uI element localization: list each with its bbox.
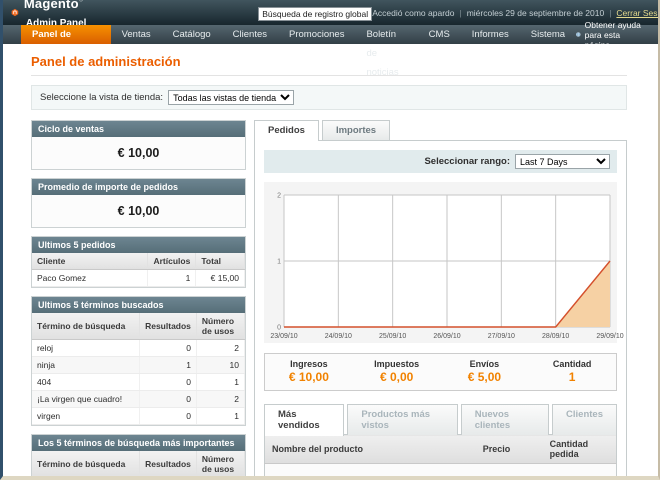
orders-chart: 0 1 2 23/09/10 24/09/10 25/09/10 26/09/10 27/09… (266, 189, 618, 341)
tab-pedidos[interactable]: Pedidos (254, 120, 319, 141)
last-orders-title: Ultimos 5 pedidos (32, 237, 245, 253)
main-navigation: Panel de administración Ventas Catálogo … (3, 25, 658, 44)
logo-trademark: ® (79, 0, 83, 3)
help-link[interactable]: Obtener ayuda para esta página (576, 25, 658, 44)
last-orders-box: Ultimos 5 pedidos Cliente Artículos Tota… (31, 236, 246, 288)
svg-text:27/09/10: 27/09/10 (488, 333, 515, 340)
range-select[interactable]: Last 7 Days (515, 154, 610, 169)
page-title: Panel de administración (31, 54, 627, 76)
globe-icon (576, 30, 581, 39)
logout-link[interactable]: Cerrar Sesión (616, 8, 660, 18)
column-header: Precio (476, 435, 543, 464)
totals-bar: Ingresos € 10,00 Impuestos € 0,00 Envíos… (264, 353, 617, 391)
average-orders-value: € 10,00 (32, 195, 245, 227)
tab-nuevos-clientes[interactable]: Nuevos clientes (461, 404, 549, 435)
svg-text:2: 2 (277, 193, 281, 200)
top-header: Magento® Admin Panel Accedió como apardo… (3, 0, 658, 25)
column-header: Cantidad pedida (543, 435, 617, 464)
store-view-label: Seleccione la vista de tienda: (40, 92, 163, 103)
stat-impuestos: Impuestos € 0,00 (353, 359, 441, 384)
svg-text:25/09/10: 25/09/10 (379, 333, 406, 340)
nav-item-informes[interactable]: Informes (461, 25, 520, 44)
page-content: Panel de administración Seleccione la vi… (3, 44, 658, 480)
table-row[interactable]: 404 0 1 (32, 374, 245, 391)
tab-productos-mas-vistos[interactable]: Productos más vistos (347, 404, 457, 435)
table-row[interactable]: Paco Gomez 1 € 15,00 (32, 270, 245, 287)
dashboard-main: Pedidos Importes Seleccionar rango: Last… (254, 120, 627, 480)
stat-cantidad: Cantidad 1 (528, 359, 616, 384)
global-search-input[interactable] (258, 7, 372, 21)
nav-item-boletin[interactable]: Boletín de noticias (355, 25, 417, 44)
logo-text: Magento (24, 0, 79, 11)
svg-text:28/09/10: 28/09/10 (542, 333, 569, 340)
nav-item-sistema[interactable]: Sistema (520, 25, 576, 44)
nav-item-promociones[interactable]: Promociones (278, 25, 355, 44)
average-orders-title: Promedio de importe de pedidos (32, 179, 245, 195)
table-row[interactable]: virgen 0 1 (32, 408, 245, 425)
column-header: Término de búsqueda (32, 451, 140, 478)
lifetime-sales-title: Ciclo de ventas (32, 121, 245, 137)
column-header: Artículos (148, 253, 196, 270)
nav-item-dashboard[interactable]: Panel de administración (21, 25, 111, 44)
svg-text:23/09/10: 23/09/10 (270, 333, 297, 340)
nav-item-clientes[interactable]: Clientes (222, 25, 278, 44)
dashboard-sidebar: Ciclo de ventas € 10,00 Promedio de impo… (31, 120, 246, 480)
column-header: Número de usos (196, 313, 244, 340)
svg-text:24/09/10: 24/09/10 (325, 333, 352, 340)
last-search-terms-box: Ultimos 5 términos buscados Término de b… (31, 296, 246, 426)
column-header: Resultados (140, 313, 197, 340)
header-separator (459, 8, 461, 18)
svg-text:26/09/10: 26/09/10 (433, 333, 460, 340)
tab-clientes[interactable]: Clientes (552, 404, 617, 435)
column-header: Número de usos (196, 451, 244, 478)
empty-grid-message: No se encontraron registros. (265, 464, 617, 480)
top-search-terms-title: Los 5 términos de búsqueda más important… (32, 435, 245, 451)
current-date: miércoles 29 de septiembre de 2010 (467, 8, 605, 18)
logged-in-as: Accedió como apardo (372, 8, 454, 18)
table-row[interactable]: reloj 0 2 (32, 340, 245, 357)
average-orders-box: Promedio de importe de pedidos € 10,00 (31, 178, 246, 228)
nav-item-cms[interactable]: CMS (418, 25, 461, 44)
header-separator (609, 8, 611, 18)
range-label: Seleccionar rango: (424, 156, 510, 167)
bestsellers-grid: Nombre del producto Precio Cantidad pedi… (264, 434, 617, 480)
nav-item-catalogo[interactable]: Catálogo (162, 25, 222, 44)
nav-item-ventas[interactable]: Ventas (111, 25, 162, 44)
column-header: Total (196, 253, 245, 270)
top-search-terms-box: Los 5 términos de búsqueda más important… (31, 434, 246, 480)
lifetime-sales-value: € 10,00 (32, 137, 245, 169)
svg-text:1: 1 (277, 259, 281, 266)
table-row[interactable]: ¡La virgen que cuadro! 0 2 (32, 391, 245, 408)
column-header: Término de búsqueda (32, 313, 140, 340)
orders-panel: Seleccionar rango: Last 7 Days 0 1 2 23/09/… (254, 140, 627, 480)
stat-envios: Envíos € 5,00 (441, 359, 529, 384)
table-row[interactable]: ninja 1 10 (32, 357, 245, 374)
column-header: Resultados (140, 451, 197, 478)
store-view-bar: Seleccione la vista de tienda: Todas las… (31, 85, 627, 110)
orders-chart-container: 0 1 2 23/09/10 24/09/10 25/09/10 26/09/10 27/09… (264, 182, 617, 343)
column-header: Nombre del producto (265, 435, 476, 464)
stat-ingresos: Ingresos € 10,00 (265, 359, 353, 384)
lifetime-sales-box: Ciclo de ventas € 10,00 (31, 120, 246, 170)
tab-mas-vendidos[interactable]: Más vendidos (264, 404, 344, 436)
magento-logo-icon (11, 5, 19, 20)
last-search-terms-title: Ultimos 5 términos buscados (32, 297, 245, 313)
svg-text:0: 0 (277, 325, 281, 332)
store-view-select[interactable]: Todas las vistas de tienda (168, 90, 294, 105)
tab-importes[interactable]: Importes (322, 120, 390, 140)
magento-admin-window: Magento® Admin Panel Accedió como apardo… (0, 0, 660, 480)
column-header: Cliente (32, 253, 148, 270)
svg-text:29/09/10: 29/09/10 (596, 333, 623, 340)
